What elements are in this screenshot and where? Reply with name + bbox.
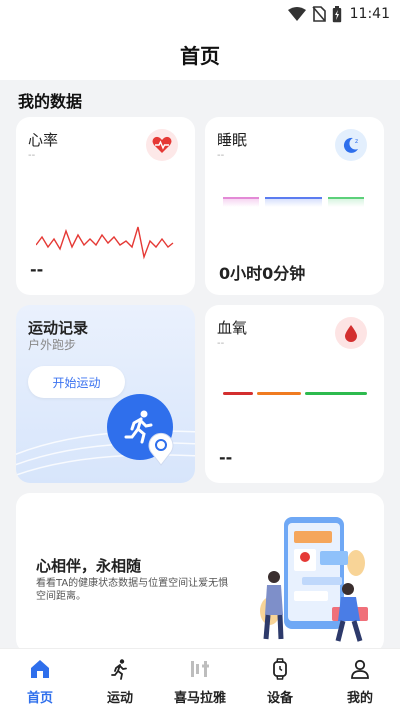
no-sim-icon (312, 6, 326, 22)
page-title: 首页 (180, 43, 220, 68)
heart-rate-waveform (36, 226, 174, 260)
home-icon (28, 657, 52, 681)
nav-label-home: 首页 (26, 691, 53, 706)
status-bar: 11:41 (0, 0, 400, 28)
section-title-my-data: 我的数据 (18, 92, 83, 111)
nav-item-home[interactable]: 首页 (0, 649, 80, 710)
blood-oxygen-value: -- (219, 448, 233, 467)
start-exercise-button[interactable]: 开始运动 (28, 366, 125, 398)
spo2-bar-3 (305, 392, 367, 395)
sleep-value: 0小时0分钟 (219, 264, 306, 283)
exercise-card[interactable]: 运动记录 户外跑步 开始运动 (16, 305, 195, 483)
battery-icon (332, 5, 341, 22)
promo-card[interactable]: 心相伴，永相随 看看TA的健康状态数据与位置空间让爱无惧空间距离。 (16, 493, 384, 648)
exercise-title: 运动记录 (28, 319, 89, 337)
heart-rate-sub: -- (28, 150, 36, 161)
status-icons: 11:41 (287, 5, 390, 23)
heart-rate-title: 心率 (28, 131, 59, 149)
moon-icon: z (335, 129, 367, 161)
nav-item-ximalaya[interactable]: 喜马拉雅 (160, 649, 240, 710)
spo2-bar-2 (257, 392, 301, 395)
running-icon (108, 657, 132, 681)
heart-rate-value: -- (30, 260, 44, 279)
promo-illustration (260, 517, 368, 642)
heart-rate-card[interactable]: 心率 -- -- (16, 117, 195, 295)
watch-icon (268, 657, 292, 681)
clock: 11:41 (349, 6, 390, 22)
nav-label-mine: 我的 (346, 691, 373, 706)
bottom-nav: 首页 运动 喜马拉雅 设备 我的 (0, 648, 400, 710)
spo2-bar-1 (223, 392, 253, 395)
nav-label-sport: 运动 (106, 691, 133, 706)
heart-icon (146, 129, 178, 161)
blood-oxygen-title: 血氧 (217, 319, 248, 337)
nav-label-device: 设备 (266, 691, 293, 706)
sleep-card[interactable]: 睡眠 -- z 0小时0分钟 (205, 117, 384, 295)
wifi-icon (287, 7, 306, 21)
promo-subtitle: 看看TA的健康状态数据与位置空间让爱无惧空间距离。 (36, 578, 229, 602)
nav-item-device[interactable]: 设备 (240, 649, 320, 710)
person-icon (348, 657, 372, 681)
app-header: 首页 (0, 28, 400, 80)
location-pin-icon (147, 432, 175, 466)
nav-label-ximalaya: 喜马拉雅 (173, 691, 226, 706)
sleep-bar-1 (223, 197, 259, 207)
sleep-bar-3 (328, 197, 364, 207)
blood-drop-icon (335, 317, 367, 349)
sleep-bar-2 (265, 197, 322, 207)
promo-title: 心相伴，永相随 (36, 557, 142, 575)
sleep-sub: -- (217, 150, 225, 161)
nav-item-sport[interactable]: 运动 (80, 649, 160, 710)
nav-item-mine[interactable]: 我的 (320, 649, 400, 710)
svg-text:z: z (355, 138, 358, 145)
content-area[interactable]: 我的数据 心率 -- -- 睡眠 -- z 0小时0分钟 运动记录 户外跑步 开… (0, 80, 400, 648)
exercise-sub: 户外跑步 (28, 338, 77, 352)
ximalaya-icon (188, 657, 212, 681)
sleep-title: 睡眠 (217, 131, 248, 149)
blood-oxygen-sub: -- (217, 338, 225, 349)
blood-oxygen-card[interactable]: 血氧 -- -- (205, 305, 384, 483)
